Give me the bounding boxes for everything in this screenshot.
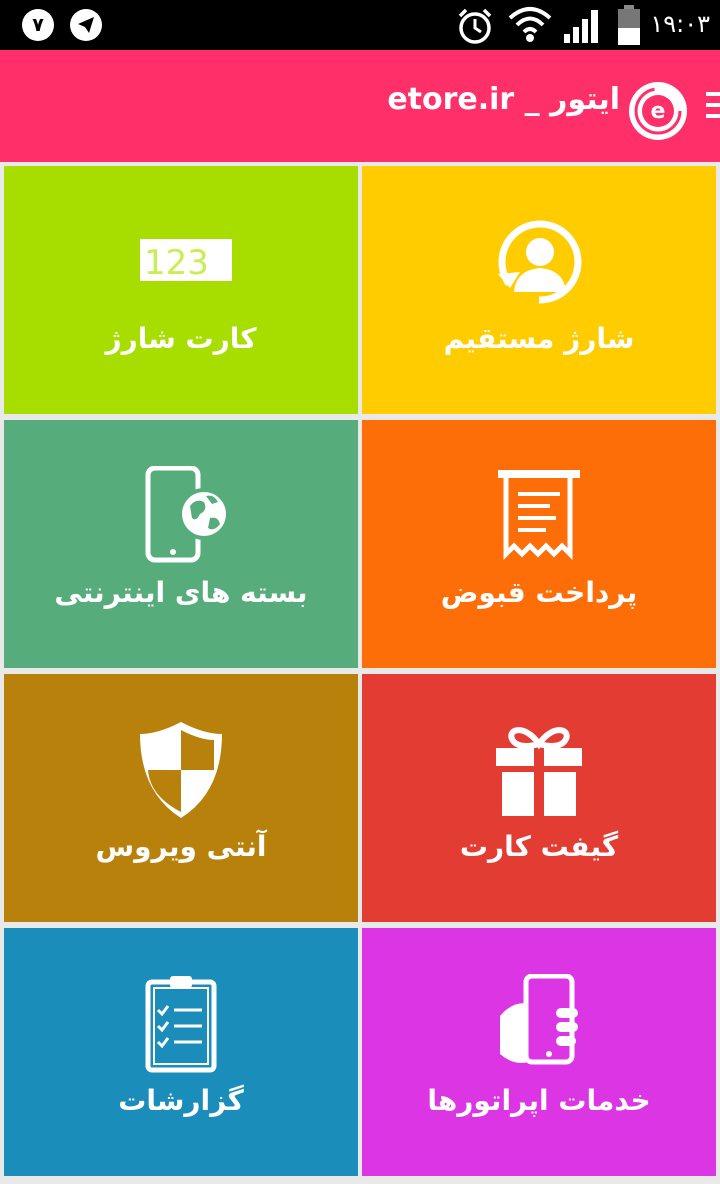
tile-operator-services[interactable]: خدمات اپراتورها (362, 928, 716, 1176)
tile-charge-card[interactable]: 123 کارت شارژ (4, 166, 358, 414)
notification-badge: ۷ (22, 9, 54, 41)
tile-label: آنتی ویروس (95, 830, 267, 863)
app-bar: etore.ir _ ایتور e (0, 50, 720, 162)
tile-reports[interactable]: گزارشات (4, 928, 358, 1176)
tile-label: شارژ مستقیم (443, 322, 635, 355)
person-refresh-icon (484, 212, 594, 312)
tile-label: خدمات اپراتورها (427, 1084, 651, 1117)
battery-icon (618, 5, 640, 45)
tile-direct-charge[interactable]: شارژ مستقیم (362, 166, 716, 414)
clipboard-icon (126, 974, 236, 1074)
tile-label: گیفت کارت (459, 830, 619, 863)
charge-card-number: 123 (144, 243, 209, 283)
telegram-icon (70, 9, 102, 41)
menu-icon[interactable] (706, 92, 720, 132)
alarm-icon (458, 8, 492, 44)
tile-label: بسته های اینترنتی (54, 576, 308, 609)
tile-bill-payment[interactable]: پرداخت قبوض (362, 420, 716, 668)
app-title: etore.ir _ ایتور (387, 82, 620, 117)
tile-antivirus[interactable]: آنتی ویروس (4, 674, 358, 922)
hand-phone-icon (484, 973, 594, 1074)
phone-globe-icon (126, 465, 236, 566)
tile-label: کارت شارژ (105, 322, 257, 355)
etore-logo: e (629, 82, 687, 140)
tile-label: گزارشات (118, 1084, 244, 1117)
clock: ۱۹:۰۳ (650, 10, 710, 38)
tile-gift-card[interactable]: گیفت کارت (362, 674, 716, 922)
tile-label: پرداخت قبوض (440, 576, 638, 609)
status-bar: ۷ ۱۹:۰۳ (0, 0, 720, 50)
svg-text:e: e (651, 99, 666, 124)
signal-icon (564, 10, 598, 43)
tile-internet-packages[interactable]: بسته های اینترنتی (4, 420, 358, 668)
shield-icon (126, 720, 236, 820)
wifi-icon (508, 7, 552, 42)
receipt-icon (484, 466, 594, 566)
gift-icon (484, 720, 594, 820)
charge-card-icon: 123 (126, 212, 236, 312)
